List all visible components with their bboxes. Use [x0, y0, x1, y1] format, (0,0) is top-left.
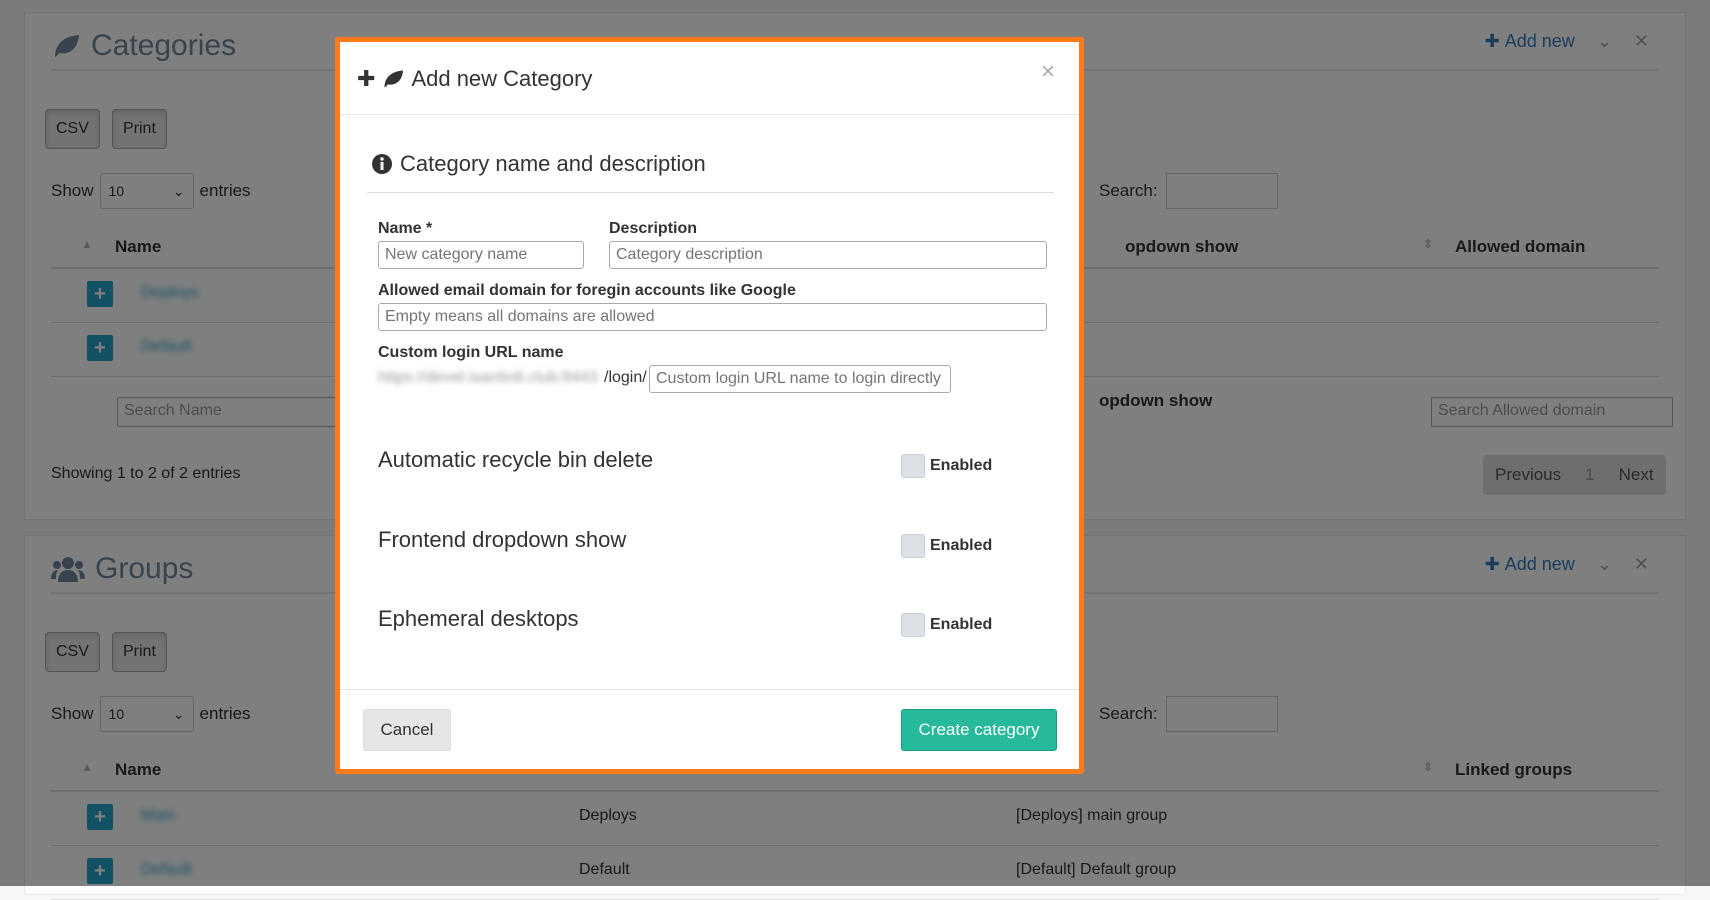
url-suffix: /login/: [604, 369, 647, 386]
domain-label: Allowed email domain for foregin account…: [378, 282, 796, 299]
ephemeral-checkbox[interactable]: [901, 613, 925, 637]
custom-url-field[interactable]: [649, 365, 951, 393]
modal-header: ✚ Add new Category ×: [340, 42, 1079, 115]
plus-icon: ✚: [357, 66, 376, 91]
section-divider: [367, 192, 1054, 193]
recycle-bin-enabled-label[interactable]: Enabled: [930, 457, 992, 475]
modal-title: ✚ Add new Category: [357, 66, 592, 92]
name-label: Name *: [378, 220, 433, 237]
allowed-domain-field[interactable]: [378, 303, 1047, 331]
description-field[interactable]: [609, 241, 1047, 269]
leaf-icon: [384, 70, 404, 88]
info-icon: [372, 154, 392, 174]
custom-url-label: Custom login URL name: [378, 344, 564, 361]
url-prefix: https://devel.isardvdi.club:8443: [378, 369, 598, 386]
ephemeral-enabled-label[interactable]: Enabled: [930, 616, 992, 634]
modal-footer-divider: [340, 689, 1079, 690]
cancel-button[interactable]: Cancel: [363, 709, 451, 751]
close-icon[interactable]: ×: [1041, 58, 1055, 86]
frontend-dropdown-label: Frontend dropdown show: [378, 527, 627, 552]
frontend-dropdown-checkbox[interactable]: [901, 534, 925, 558]
recycle-bin-checkbox[interactable]: [901, 454, 925, 478]
frontend-dropdown-enabled-label[interactable]: Enabled: [930, 537, 992, 555]
description-label: Description: [609, 220, 698, 237]
ephemeral-label: Ephemeral desktops: [378, 606, 579, 631]
recycle-bin-label: Automatic recycle bin delete: [378, 447, 654, 472]
section-title-label: Category name and description: [400, 151, 706, 176]
create-category-button[interactable]: Create category: [901, 709, 1057, 751]
section-title: Category name and description: [372, 151, 706, 177]
add-category-modal: ✚ Add new Category × Category name and d…: [335, 37, 1084, 774]
modal-title-label: Add new Category: [411, 66, 593, 91]
name-field[interactable]: [378, 241, 584, 269]
